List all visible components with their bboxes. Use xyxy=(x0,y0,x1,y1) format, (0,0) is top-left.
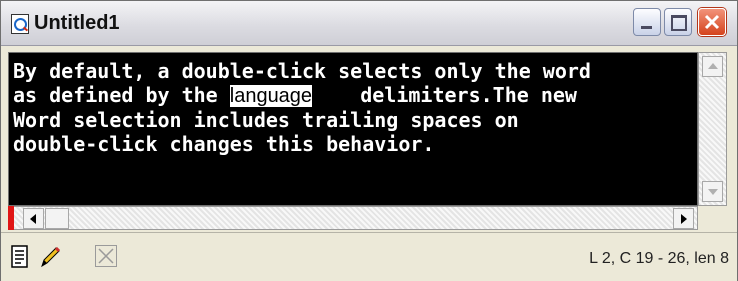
text-line-2-before: as defined by the xyxy=(13,83,230,107)
text-line-3: Word selection includes trailing spaces … xyxy=(13,108,519,132)
text-line-2-after: delimiters.The new xyxy=(312,83,577,107)
editor-window: Untitled1 By default, a double-click sel… xyxy=(0,0,738,281)
scrollbar-corner xyxy=(698,206,727,230)
cursor-position-status: L 2, C 19 - 26, len 8 xyxy=(589,250,729,267)
document-icon[interactable] xyxy=(11,245,33,269)
selected-word: language xyxy=(229,85,313,107)
close-button[interactable] xyxy=(698,8,726,36)
scroll-left-button[interactable] xyxy=(23,208,44,229)
text-line-1: By default, a double-click selects only … xyxy=(13,59,591,83)
scroll-up-button[interactable] xyxy=(702,56,723,77)
close-icon xyxy=(704,14,720,30)
text-line-4: double-click changes this behavior. xyxy=(13,132,435,156)
maximize-button[interactable] xyxy=(664,8,692,36)
scroll-right-button[interactable] xyxy=(673,208,694,229)
arrow-down-icon xyxy=(708,189,718,195)
horizontal-scrollbar[interactable] xyxy=(8,206,698,230)
app-icon[interactable] xyxy=(11,14,29,34)
text-editor[interactable]: By default, a double-click selects only … xyxy=(8,52,698,206)
minimize-button[interactable] xyxy=(633,8,661,36)
arrow-up-icon xyxy=(708,63,718,69)
margin-marker xyxy=(8,206,14,230)
status-bar: L 2, C 19 - 26, len 8 xyxy=(1,232,737,281)
pencil-icon[interactable] xyxy=(39,245,61,269)
scroll-down-button[interactable] xyxy=(702,181,723,202)
title-bar[interactable]: Untitled1 xyxy=(1,1,737,46)
horizontal-scroll-thumb[interactable] xyxy=(45,208,69,229)
vertical-scrollbar[interactable] xyxy=(698,52,727,206)
disabled-x-icon xyxy=(95,245,117,267)
arrow-right-icon xyxy=(681,214,687,224)
arrow-left-icon xyxy=(30,214,36,224)
window-title: Untitled1 xyxy=(34,12,120,34)
